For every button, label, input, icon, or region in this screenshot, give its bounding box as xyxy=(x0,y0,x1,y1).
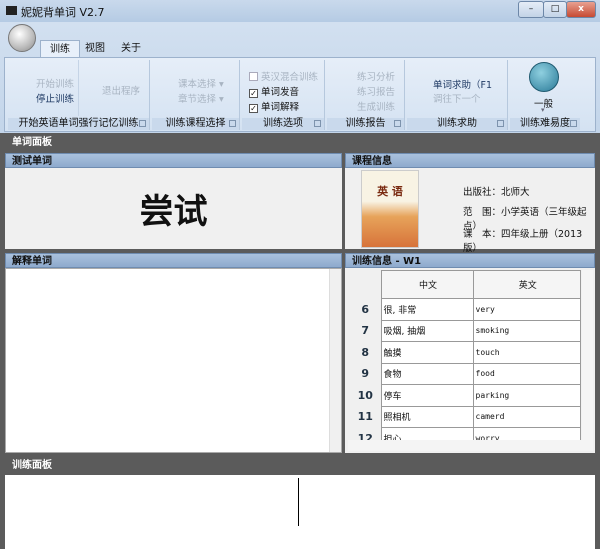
panel-header: 测试单词 xyxy=(5,153,342,168)
english-cell: food xyxy=(472,362,581,385)
window-title: 妮妮背单词 V2.7 xyxy=(21,6,105,19)
row-number: 10 xyxy=(348,384,381,406)
tab-about[interactable]: 关于 xyxy=(112,40,150,57)
text-cursor xyxy=(298,478,299,526)
chapter-select[interactable]: 章节选择 ▾ xyxy=(178,91,224,105)
tab-train[interactable]: 训练 xyxy=(40,40,80,57)
group-report: 练习分析 练习报告 生成训练 训练报告 xyxy=(327,60,405,130)
tab-view[interactable]: 视图 xyxy=(76,40,114,57)
table-row[interactable]: 9 食物 food xyxy=(348,362,581,385)
chinese-cell: 吸烟, 抽烟 xyxy=(380,319,474,342)
table-row[interactable]: 7 吸烟, 抽烟 smoking xyxy=(348,319,581,342)
word-help-button[interactable]: 单词求助（F1 xyxy=(433,77,492,91)
stop-training-button[interactable]: 停止训练 xyxy=(36,91,74,105)
generate-button[interactable]: 生成训练 xyxy=(357,99,395,113)
english-cell: camerd xyxy=(472,405,581,428)
chinese-cell: 触摸 xyxy=(380,341,474,364)
group-label: 训练难易度 xyxy=(510,118,580,130)
exit-button[interactable]: 退出程序 xyxy=(102,83,140,97)
group-options: 英汉混合训练 ✓ 单词发音 ✓ 单词解释 训练选项 xyxy=(242,60,325,130)
training-info-panel: 训练信息 - W1 中文 英文 6 很, 非常 very 7 吸烟, 抽烟 smoking 8… xyxy=(345,253,595,453)
textbook-select[interactable]: 课本选择 ▾ xyxy=(178,76,224,90)
mixed-training-checkbox[interactable]: 英汉混合训练 xyxy=(249,69,318,83)
test-word: 尝试 xyxy=(139,192,208,232)
explain-panel: 解释单词 xyxy=(5,253,342,453)
pronunciation-checkbox[interactable]: ✓ 单词发音 xyxy=(249,84,299,98)
scrollbar[interactable] xyxy=(329,269,341,452)
word-panel-header: 单词面板 xyxy=(0,135,600,150)
table-row[interactable]: 11 照相机 camerd xyxy=(348,405,581,428)
maximize-button[interactable]: □ xyxy=(543,1,567,18)
title-bar: 妮妮背单词 V2.7 – □ x xyxy=(0,0,600,22)
panel-header: 课程信息 xyxy=(345,153,595,168)
chinese-cell: 停车 xyxy=(380,384,474,407)
group-label: 训练选项 xyxy=(242,118,324,130)
analysis-button[interactable]: 练习分析 xyxy=(357,69,395,83)
group-course: 课本选择 ▾ 章节选择 ▾ 训练课程选择 xyxy=(152,60,240,130)
row-number: 7 xyxy=(348,320,381,342)
vertical-scrollbar[interactable] xyxy=(582,270,593,440)
report-button[interactable]: 练习报告 xyxy=(357,84,395,98)
group-help: 单词求助（F1 调往下一个 训练求助 xyxy=(407,60,508,130)
close-button[interactable]: x xyxy=(566,1,596,18)
group-difficulty: 一般 ▾ 训练难易度 xyxy=(510,60,580,130)
table-row[interactable]: 8 触摸 touch xyxy=(348,341,581,364)
english-cell: very xyxy=(472,298,581,321)
app-menu-orb[interactable] xyxy=(8,24,36,52)
english-cell: parking xyxy=(472,384,581,407)
key-icon[interactable] xyxy=(529,62,559,92)
table-row[interactable]: 10 停车 parking xyxy=(348,384,581,407)
app-icon xyxy=(6,6,17,15)
group-label: 训练课程选择 xyxy=(152,118,239,130)
row-number: 9 xyxy=(348,363,381,385)
word-table: 中文 英文 6 很, 非常 very 7 吸烟, 抽烟 smoking 8 触摸 touch 9 食物… xyxy=(348,270,581,450)
dropdown-arrow-icon[interactable]: ▾ xyxy=(541,106,545,114)
next-button[interactable]: 调往下一个 xyxy=(433,91,481,105)
group-label: 训练求助 xyxy=(407,118,507,130)
explain-textarea[interactable] xyxy=(5,268,342,453)
train-panel-header: 训练面板 xyxy=(0,458,600,473)
column-header: 英文 xyxy=(472,270,581,299)
explanation-checkbox[interactable]: ✓ 单词解释 xyxy=(249,99,299,113)
book: 课 本：四年级上册（2013版） xyxy=(463,229,583,254)
train-panel[interactable] xyxy=(5,475,595,549)
column-header: 中文 xyxy=(380,270,474,299)
group-start: 开始训练 停止训练 退出程序 开始英语单词强行记忆训练 xyxy=(8,60,150,130)
horizontal-scrollbar[interactable] xyxy=(348,440,593,451)
table-row[interactable]: 6 很, 非常 very xyxy=(348,298,581,321)
minimize-button[interactable]: – xyxy=(518,1,544,18)
course-info-panel: 课程信息 英 语 出版社：北师大 范 围：小学英语（三年级起点） 课 本：四年级… xyxy=(345,153,595,254)
panel-header: 解释单词 xyxy=(5,253,342,268)
panel-header: 训练信息 - W1 xyxy=(345,253,595,268)
chinese-cell: 照相机 xyxy=(380,405,474,428)
start-training-button[interactable]: 开始训练 xyxy=(36,76,74,90)
chinese-cell: 很, 非常 xyxy=(380,298,474,321)
textbook-cover: 英 语 xyxy=(361,170,419,248)
test-word-panel: 测试单词 尝试 xyxy=(5,153,342,249)
row-number: 8 xyxy=(348,341,381,363)
group-label: 训练报告 xyxy=(327,118,404,130)
english-cell: smoking xyxy=(472,319,581,342)
row-number: 11 xyxy=(348,406,381,428)
chinese-cell: 食物 xyxy=(380,362,474,385)
english-cell: touch xyxy=(472,341,581,364)
group-label: 开始英语单词强行记忆训练 xyxy=(8,118,149,130)
row-number: 6 xyxy=(348,298,381,320)
publisher: 出版社：北师大 xyxy=(463,187,530,198)
